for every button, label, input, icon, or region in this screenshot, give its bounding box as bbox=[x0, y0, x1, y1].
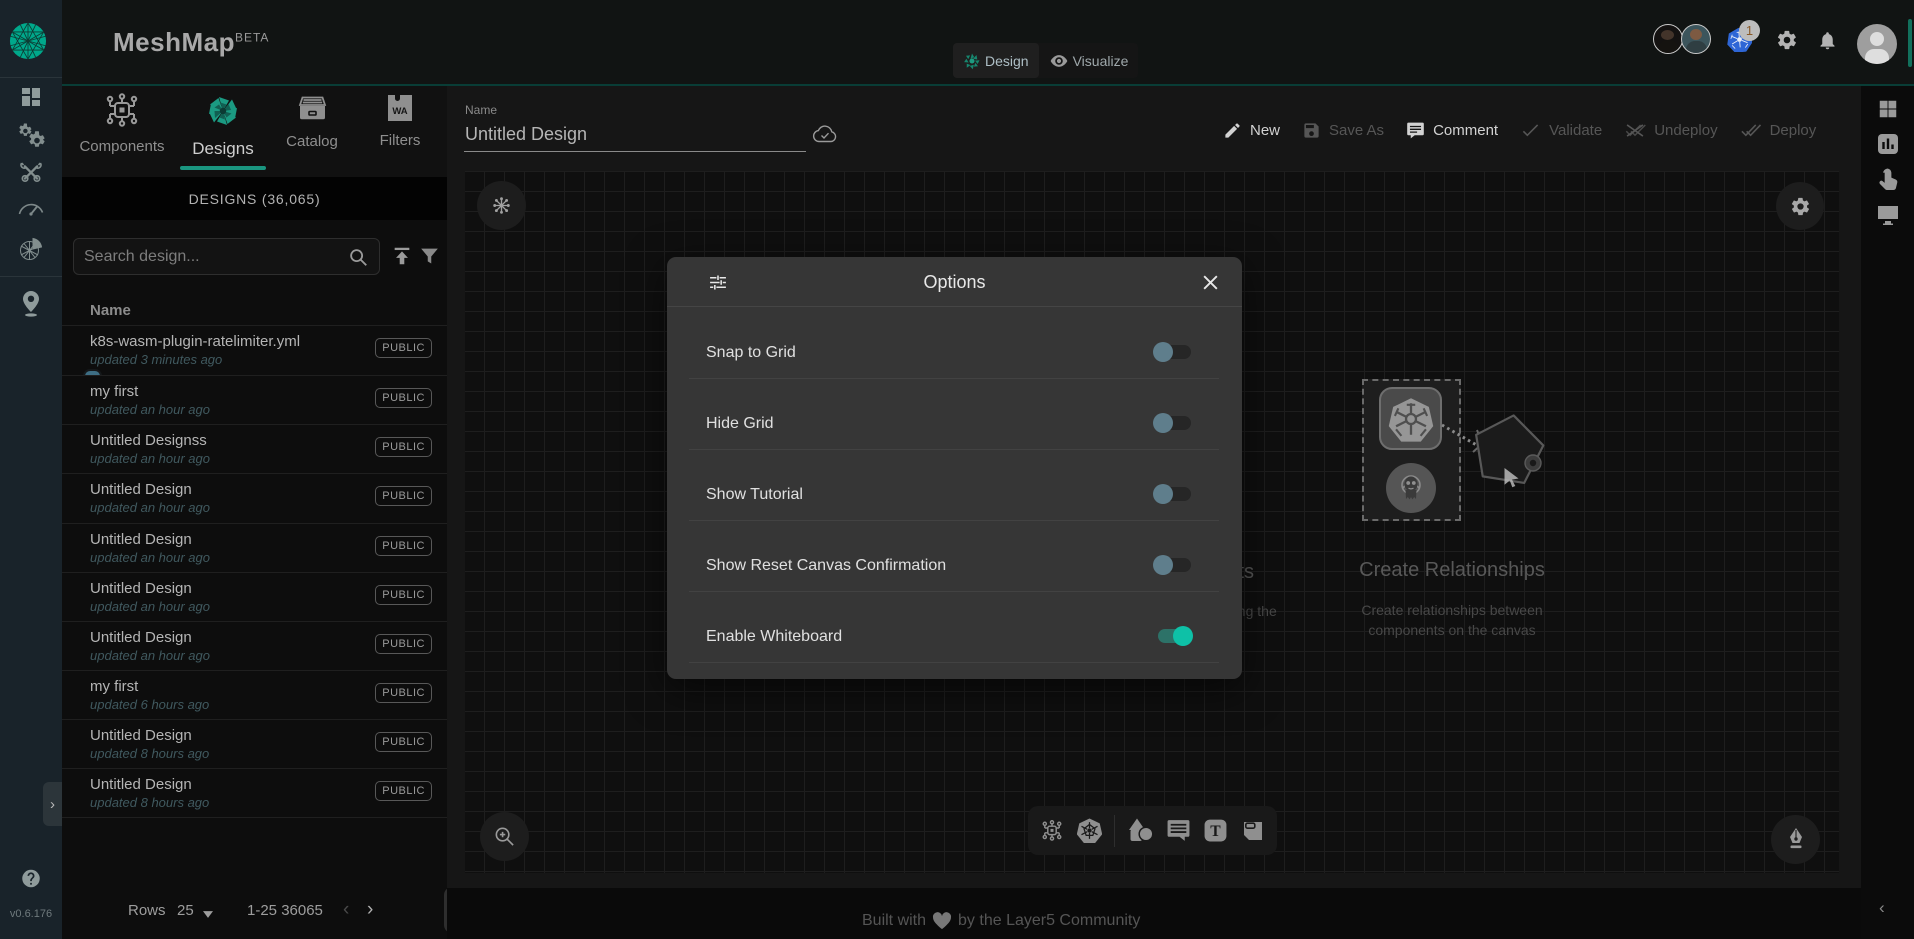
svg-text:WA: WA bbox=[392, 106, 407, 117]
svg-text:T: T bbox=[1211, 823, 1222, 840]
